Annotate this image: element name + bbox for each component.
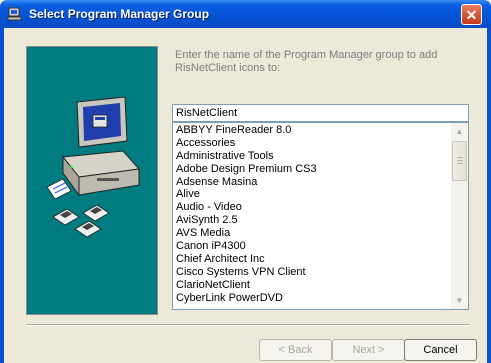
grip-line [457,157,463,158]
list-item[interactable]: CyberLink PowerDVD [176,292,450,305]
scroll-up-arrow-icon[interactable]: ▲ [451,123,468,140]
list-item[interactable]: Administrative Tools [176,150,450,163]
list-item[interactable]: Cisco Systems VPN Client [176,266,450,279]
list-scrollbar[interactable]: ▲ ▼ [451,123,468,309]
list-item[interactable]: Adobe Design Premium CS3 [176,163,450,176]
list-item[interactable]: ABBYY FineReader 8.0 [176,124,450,137]
list-item[interactable]: Canon iP4300 [176,240,450,253]
floppy-disk-icon [52,204,110,238]
close-button[interactable]: ✕ [461,4,482,25]
grip-line [457,163,463,164]
button-separator [26,324,470,326]
list-item[interactable]: Alive [176,188,450,201]
scroll-down-arrow-icon[interactable]: ▼ [451,292,468,309]
wizard-illustration [26,46,158,315]
list-item[interactable]: Chief Architect Inc [176,253,450,266]
list-item[interactable]: Audio - Video [176,201,450,214]
window-frame-right [487,28,491,363]
cancel-button[interactable]: Cancel [404,339,477,361]
list-item[interactable]: AVS Media [176,227,450,240]
window-title: Select Program Manager Group [29,7,210,21]
next-button[interactable]: Next > [332,339,405,361]
scroll-thumb[interactable] [452,141,467,181]
grip-line [457,160,463,161]
group-name-input[interactable] [172,104,469,122]
list-item[interactable]: AviSynth 2.5 [176,214,450,227]
computer-icon [46,96,140,238]
back-button[interactable]: < Back [259,339,332,361]
list-item[interactable]: Accessories [176,137,450,150]
group-listbox[interactable]: ABBYY FineReader 8.0 Accessories Adminis… [172,122,469,310]
list-item[interactable]: ClarioNetClient [176,279,450,292]
list-item[interactable]: Adsense Masina [176,176,450,189]
program-group-icon [7,7,22,21]
group-list: ABBYY FineReader 8.0 Accessories Adminis… [176,124,450,304]
title-bar[interactable]: Select Program Manager Group ✕ [0,0,491,28]
instructions-text: Enter the name of the Program Manager gr… [175,49,438,74]
